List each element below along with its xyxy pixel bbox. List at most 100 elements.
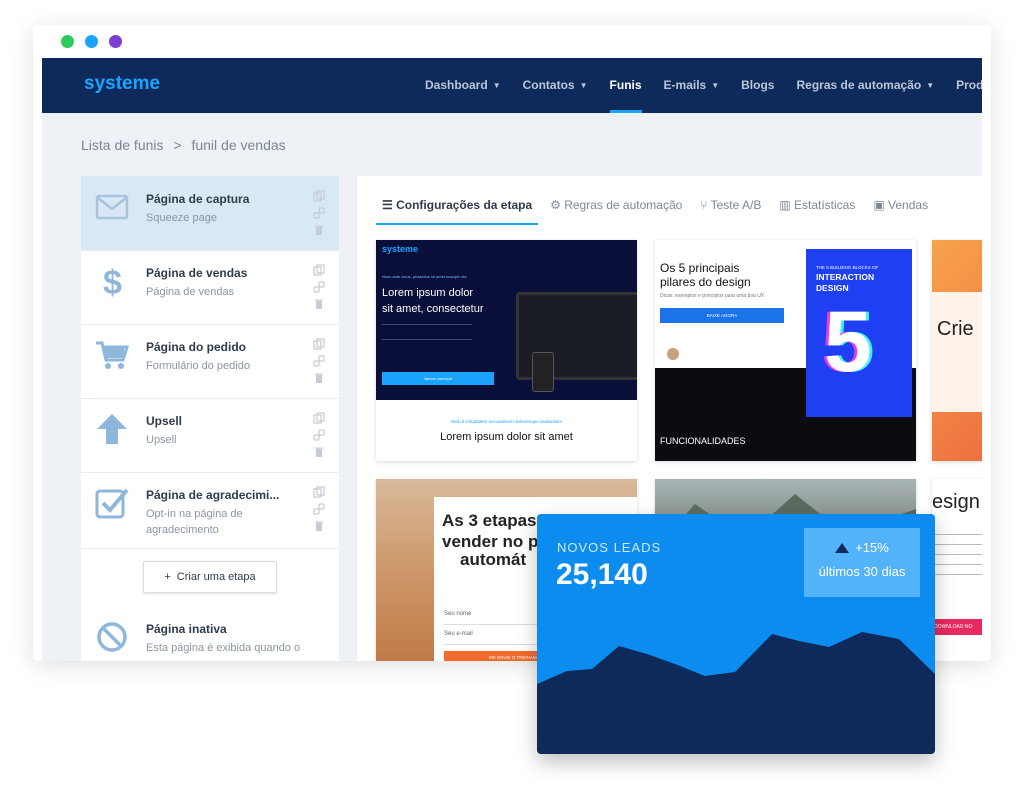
breadcrumb-root-link[interactable]: Lista de funis: [81, 137, 164, 153]
thumbnail-headline: Os 5 principais: [660, 261, 740, 275]
growth-percentage: +15%: [855, 540, 889, 555]
trash-icon[interactable]: [313, 446, 325, 458]
arrow-up-icon: [97, 414, 127, 444]
link-icon[interactable]: [313, 355, 325, 367]
step-squeeze-page[interactable]: Página de captura Squeeze page: [81, 176, 339, 251]
chevron-down-icon: ▼: [926, 81, 935, 90]
window-dot-blue[interactable]: [85, 35, 98, 48]
thumbnail-headline: automát: [460, 550, 527, 569]
thumbnail-footer: FUNCIONALIDADES: [660, 436, 746, 446]
step-title: Página inativa: [146, 622, 227, 636]
trash-icon[interactable]: [313, 298, 325, 310]
tab-vendas[interactable]: ▣ Vendas: [867, 186, 934, 224]
tab-configuracoes[interactable]: ☰ Configurações da etapa: [376, 186, 539, 225]
template-thumbnail[interactable]: Os 5 principais pilares do design Dicas,…: [655, 240, 916, 461]
window-dot-purple[interactable]: [109, 35, 122, 48]
book-title: INTERACTION: [816, 272, 875, 282]
envelope-icon: [95, 194, 129, 220]
systeme-logo[interactable]: systeme: [84, 73, 160, 95]
checkbox-icon: [95, 488, 129, 519]
chevron-down-icon: ▼: [579, 81, 588, 90]
step-actions: [313, 486, 325, 532]
link-icon[interactable]: [313, 429, 325, 441]
breadcrumb: Lista de funis > funil de vendas: [81, 137, 286, 153]
step-tabs: ☰ Configurações da etapa ⚙ Regras de aut…: [376, 186, 934, 225]
step-title: Upsell: [146, 414, 183, 428]
thumbnail-card: [932, 292, 982, 412]
trash-icon[interactable]: [313, 372, 325, 384]
thumbnail-cta-button: Vamos começar: [382, 372, 494, 385]
new-leads-card: NOVOS LEADS 25,140 +15% últimos 30 dias: [537, 514, 935, 754]
thumbnail-cta-button: BAIXE AGORA: [660, 308, 784, 323]
thumbnail-headline: pilares do design: [660, 275, 751, 289]
leads-growth-badge: +15% últimos 30 dias: [804, 528, 920, 597]
template-thumbnail[interactable]: Crie: [932, 240, 982, 461]
breadcrumb-current: funil de vendas: [191, 137, 286, 153]
duplicate-icon[interactable]: [313, 190, 325, 202]
nav-item-contatos[interactable]: Contatos ▼: [512, 58, 599, 113]
phone-image: [532, 352, 554, 392]
dollar-icon: $: [103, 264, 122, 298]
thumbnail-caption: Sed ut voluptatem accusantium doloremque…: [450, 419, 563, 424]
nav-item-emails[interactable]: E-mails ▼: [653, 58, 731, 113]
step-subtitle: Página de vendas: [146, 286, 235, 298]
step-sales-page[interactable]: $ Página de vendas Página de vendas: [81, 250, 339, 325]
nav-item-produtos[interactable]: Produto: [945, 58, 982, 113]
create-step-button[interactable]: + Criar uma etapa: [143, 561, 277, 593]
thumbnail-kicker: Nunc ante lacus, phasellus sit amet susc…: [382, 274, 467, 279]
top-navigation: systeme Dashboard ▼ Contatos ▼ Funis E-mai…: [42, 58, 982, 113]
plus-icon: +: [164, 571, 171, 583]
chevron-down-icon: ▼: [492, 81, 501, 90]
disabled-icon: [97, 622, 127, 652]
nav-item-dashboard[interactable]: Dashboard ▼: [414, 58, 512, 113]
window-dot-green[interactable]: [61, 35, 74, 48]
nav-item-funis[interactable]: Funis: [599, 58, 653, 113]
duplicate-icon[interactable]: [313, 412, 325, 424]
tab-teste-ab[interactable]: ⑂ Teste A/B: [694, 186, 767, 224]
trash-icon[interactable]: [313, 520, 325, 532]
template-thumbnail[interactable]: esign DOWNLOAD NO: [932, 479, 982, 661]
link-icon[interactable]: [313, 503, 325, 515]
step-actions: [313, 338, 325, 384]
nav-item-blogs[interactable]: Blogs: [730, 58, 785, 113]
step-actions: [313, 264, 325, 310]
template-thumbnail[interactable]: systeme Nunc ante lacus, phasellus sit a…: [376, 240, 637, 461]
step-actions: [313, 412, 325, 458]
nav-item-regras-de-automacao[interactable]: Regras de automação ▼: [785, 58, 945, 113]
step-upsell[interactable]: Upsell Upsell: [81, 398, 339, 473]
step-subtitle: Upsell: [146, 434, 177, 446]
tab-estatisticas[interactable]: ▥ Estatísticas: [773, 186, 861, 224]
step-thank-you-page[interactable]: Página de agradecimi... Opt-in na página…: [81, 472, 339, 549]
link-icon[interactable]: [313, 281, 325, 293]
step-subtitle: Opt-in na página de agradecimento: [146, 508, 243, 536]
book-kicker: THE 5 BUILDING BLOCKS OF: [816, 265, 879, 270]
menu-icon: ☰: [382, 198, 397, 212]
trash-icon[interactable]: [313, 224, 325, 236]
duplicate-icon[interactable]: [313, 338, 325, 350]
breadcrumb-separator: >: [173, 137, 182, 153]
thumbnail-headline: Lorem ipsum dolor: [382, 287, 474, 299]
nav-menu: Dashboard ▼ Contatos ▼ Funis E-mails ▼ Blog…: [414, 58, 982, 113]
tab-regras-de-automacao[interactable]: ⚙ Regras de automação: [544, 186, 688, 224]
thumbnail-headline: As 3 etapas: [442, 511, 537, 530]
thumbnail-headline: Lorem ipsum dolor sit amet: [440, 431, 573, 443]
step-order-page[interactable]: Página do pedido Formulário do pedido: [81, 324, 339, 399]
cart-icon: [96, 341, 129, 369]
step-title: Página de agradecimi...: [146, 488, 280, 502]
step-actions: [313, 190, 325, 236]
thumbnail-headline: Crie: [937, 318, 974, 340]
step-subtitle: Esta página é exibida quando o: [146, 642, 301, 654]
step-inactive-page[interactable]: Página inativa Esta página é exibida qua…: [81, 606, 339, 661]
duplicate-icon[interactable]: [313, 486, 325, 498]
duplicate-icon[interactable]: [313, 264, 325, 276]
leads-label: NOVOS LEADS: [557, 540, 662, 555]
thumbnail-headline: sit amet, consectetur: [382, 303, 484, 315]
gears-icon: ⚙: [550, 198, 565, 212]
step-subtitle: Formulário do pedido: [146, 360, 250, 372]
bar-chart-icon: ▥: [779, 198, 794, 212]
thumbnail-lines: [382, 324, 472, 340]
book-cover: THE 5 BUILDING BLOCKS OF INTERACTION DES…: [806, 249, 912, 417]
thumbnail-subtitle: Dicas, exemplos e princípios para uma bo…: [660, 293, 765, 299]
link-icon[interactable]: [313, 207, 325, 219]
step-subtitle: Squeeze page: [146, 212, 217, 224]
